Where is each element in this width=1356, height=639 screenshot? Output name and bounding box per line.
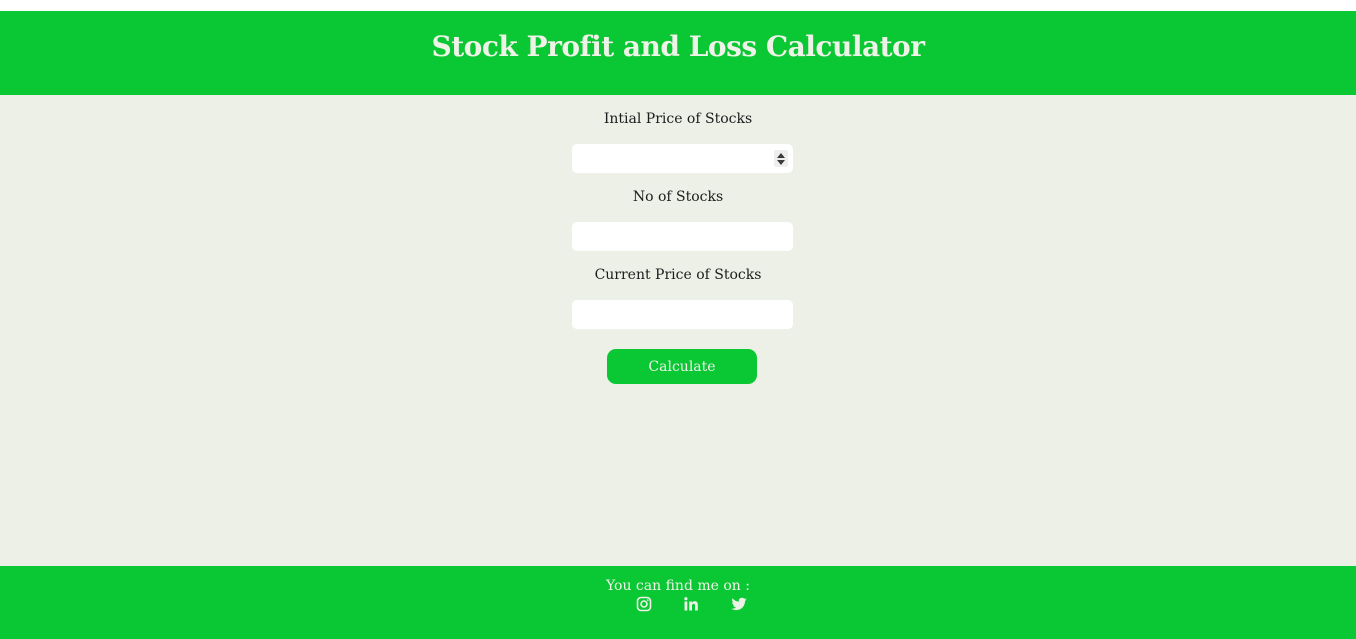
number-spinner[interactable]	[774, 150, 788, 167]
instagram-icon[interactable]	[636, 596, 652, 612]
page: Stock Profit and Loss Calculator Intial …	[0, 0, 1356, 639]
spinner-down-icon[interactable]	[777, 160, 785, 165]
header: Stock Profit and Loss Calculator	[0, 11, 1356, 95]
initial-price-input[interactable]	[572, 144, 793, 173]
page-title: Stock Profit and Loss Calculator	[431, 29, 925, 63]
quantity-input[interactable]	[572, 222, 793, 251]
top-strip	[0, 0, 1356, 11]
current-price-input[interactable]	[572, 300, 793, 329]
calculator-form: Intial Price of Stocks No of Stocks Curr…	[0, 95, 1356, 566]
footer-text: You can find me on :	[606, 578, 750, 594]
calculate-button[interactable]: Calculate	[607, 349, 757, 384]
footer: You can find me on :	[0, 566, 1356, 639]
spinner-up-icon[interactable]	[777, 153, 785, 158]
quantity-label: No of Stocks	[632, 189, 724, 205]
twitter-icon[interactable]	[731, 596, 747, 612]
current-price-label: Current Price of Stocks	[594, 267, 762, 283]
initial-price-label: Intial Price of Stocks	[603, 111, 753, 127]
linkedin-icon[interactable]	[683, 596, 699, 612]
